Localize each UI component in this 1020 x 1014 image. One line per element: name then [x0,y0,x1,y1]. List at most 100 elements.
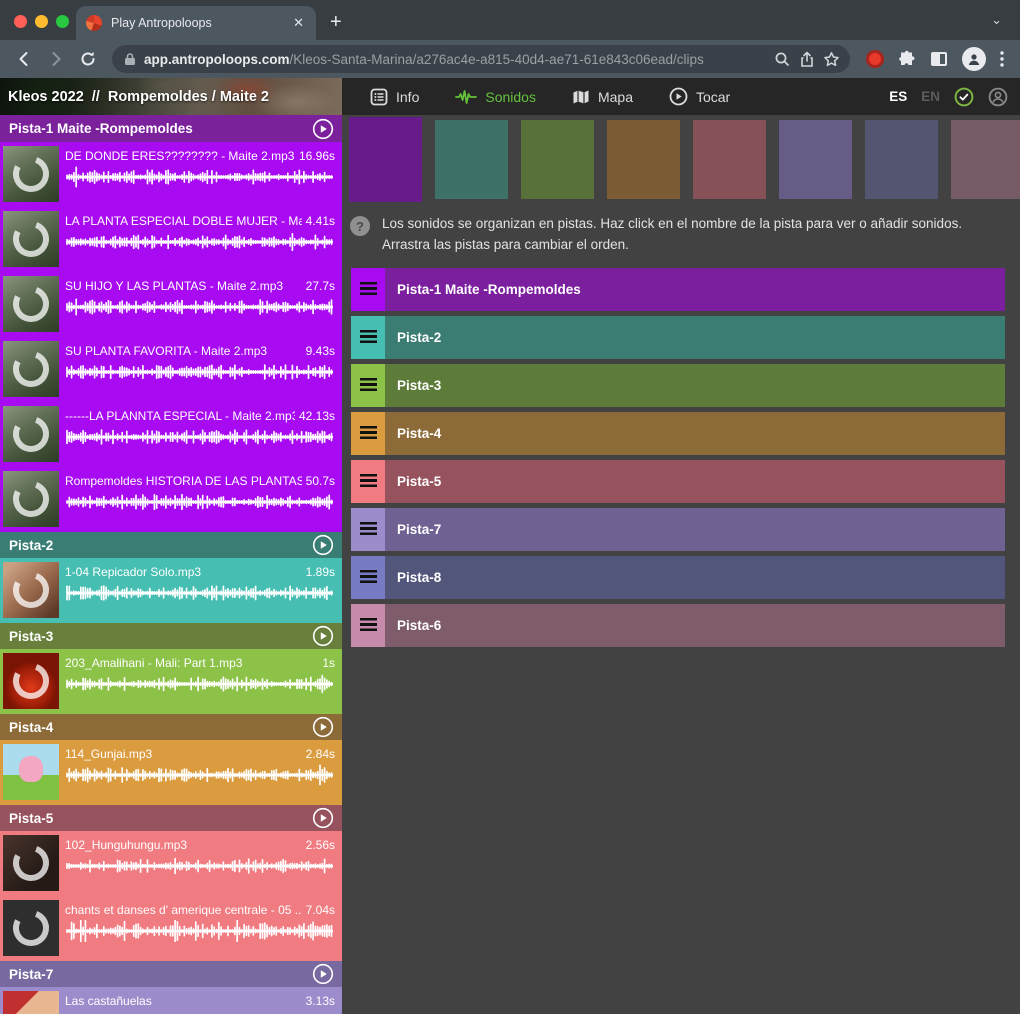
play-track-icon[interactable] [312,716,334,738]
drag-handle[interactable] [351,508,385,551]
track-row-body[interactable]: Pista-6 [385,604,1005,647]
drag-handle[interactable] [351,604,385,647]
track-color-swatch-8[interactable] [951,120,1020,199]
track-row[interactable]: Pista-6 [351,604,1005,647]
sync-check-icon[interactable] [954,87,974,107]
zoom-page-icon[interactable] [774,51,791,68]
track-section-name[interactable]: Pista-4 [9,720,312,735]
recording-indicator-icon[interactable] [866,50,884,68]
track-section-name[interactable]: Pista-2 [9,538,312,553]
browser-tab[interactable]: Play Antropoloops ✕ [76,6,316,40]
track-section-name[interactable]: Pista-1 Maite -Rompemoldes [9,121,312,136]
audio-clip[interactable]: 203_Amalihani - Mali: Part 1.mp31s [0,649,342,714]
audio-clip[interactable]: Las castañuelas3.13s [0,987,342,1014]
side-panel-icon[interactable] [930,51,948,67]
track-color-swatch-7[interactable] [865,120,938,199]
zoom-window-button[interactable] [56,15,69,28]
mac-window-controls[interactable] [14,15,69,28]
track-row-label[interactable]: Pista-7 [397,522,441,537]
extensions-puzzle-icon[interactable] [898,50,916,68]
browser-profile-avatar[interactable] [962,47,986,71]
track-row-body[interactable]: Pista-1 Maite -Rompemoldes [385,268,1005,311]
track-row[interactable]: Pista-7 [351,508,1005,551]
track-section-name[interactable]: Pista-5 [9,811,312,826]
share-icon[interactable] [799,51,815,68]
audio-clip[interactable]: LA PLANTA ESPECIAL DOBLE MUJER - Mai...4… [0,207,342,272]
track-row[interactable]: Pista-3 [351,364,1005,407]
track-row-body[interactable]: Pista-7 [385,508,1005,551]
track-row-label[interactable]: Pista-3 [397,378,441,393]
track-section-header[interactable]: Pista-4 [0,714,342,740]
track-section-header[interactable]: Pista-1 Maite -Rompemoldes [0,115,342,142]
drag-handle[interactable] [351,316,385,359]
drag-handle[interactable] [351,460,385,503]
audio-clip[interactable]: chants et danses d' amerique centrale - … [0,896,342,961]
play-track-icon[interactable] [312,625,334,647]
new-tab-button[interactable]: + [330,11,342,34]
back-button[interactable] [10,45,38,73]
track-color-swatch-1[interactable] [349,117,422,202]
reload-button[interactable] [74,45,102,73]
nav-item-info[interactable]: Info [356,78,433,115]
track-row-label[interactable]: Pista-5 [397,474,441,489]
breadcrumb-project[interactable]: Kleos 2022 [8,89,84,105]
track-color-swatch-6[interactable] [779,120,852,199]
track-color-swatch-4[interactable] [607,120,680,199]
drag-handle[interactable] [351,364,385,407]
audio-clip[interactable]: SU PLANTA FAVORITA - Maite 2.mp39.43s [0,337,342,402]
nav-item-mapa[interactable]: Mapa [558,78,647,115]
track-row-label[interactable]: Pista-8 [397,570,441,585]
play-track-icon[interactable] [312,534,334,556]
audio-clip[interactable]: ------LA PLANNTA ESPECIAL - Maite 2.mp34… [0,402,342,467]
track-section-name[interactable]: Pista-3 [9,629,312,644]
track-section-header[interactable]: Pista-5 [0,805,342,831]
forward-button[interactable] [42,45,70,73]
audio-clip[interactable]: DE DONDE ERES???????? - Maite 2.mp316.96… [0,142,342,207]
drag-handle[interactable] [351,268,385,311]
track-row-label[interactable]: Pista-4 [397,426,441,441]
play-track-icon[interactable] [312,963,334,985]
audio-clip[interactable]: Rompemoldes HISTORIA DE LAS PLANTAS...50… [0,467,342,532]
play-track-icon[interactable] [312,118,334,140]
audio-clip[interactable]: SU HIJO Y LAS PLANTAS - Maite 2.mp327.7s [0,272,342,337]
drag-handle[interactable] [351,556,385,599]
track-row[interactable]: Pista-4 [351,412,1005,455]
tab-close-icon[interactable]: ✕ [291,15,306,31]
track-color-swatch-3[interactable] [521,120,594,199]
account-circle-icon[interactable] [988,87,1008,107]
track-row-body[interactable]: Pista-2 [385,316,1005,359]
track-row-body[interactable]: Pista-3 [385,364,1005,407]
track-row-body[interactable]: Pista-4 [385,412,1005,455]
track-section-header[interactable]: Pista-2 [0,532,342,558]
tab-search-chevron-icon[interactable]: ⌄ [991,12,1002,28]
drag-handle[interactable] [351,412,385,455]
breadcrumb[interactable]: Kleos 2022 // Rompemoldes / Maite 2 [8,78,269,115]
track-color-swatch-5[interactable] [693,120,766,199]
track-row-body[interactable]: Pista-5 [385,460,1005,503]
audio-clip[interactable]: 102_Hunguhungu.mp32.56s [0,831,342,896]
url-text[interactable]: app.antropoloops.com/Kleos-Santa-Marina/… [144,52,766,67]
track-row[interactable]: Pista-5 [351,460,1005,503]
lang-es-button[interactable]: ES [889,89,907,104]
address-bar[interactable]: app.antropoloops.com/Kleos-Santa-Marina/… [112,45,850,73]
track-section-header[interactable]: Pista-7 [0,961,342,987]
track-section-header[interactable]: Pista-3 [0,623,342,649]
bookmark-star-icon[interactable] [823,51,840,68]
kebab-menu-icon[interactable] [1000,51,1004,67]
track-section-name[interactable]: Pista-7 [9,967,312,982]
track-row-label[interactable]: Pista-1 Maite -Rompemoldes [397,282,581,297]
audio-clip[interactable]: 1-04 Repicador Solo.mp31.89s [0,558,342,623]
play-track-icon[interactable] [312,807,334,829]
track-row[interactable]: Pista-8 [351,556,1005,599]
track-row[interactable]: Pista-1 Maite -Rompemoldes [351,268,1005,311]
track-row-body[interactable]: Pista-8 [385,556,1005,599]
track-color-swatch-2[interactable] [435,120,508,199]
track-row[interactable]: Pista-2 [351,316,1005,359]
audio-clip[interactable]: 114_Gunjai.mp32.84s [0,740,342,805]
track-row-label[interactable]: Pista-2 [397,330,441,345]
nav-item-tocar[interactable]: Tocar [655,78,744,115]
nav-item-sonidos[interactable]: Sonidos [441,78,550,115]
lang-en-button[interactable]: EN [921,89,940,104]
track-row-label[interactable]: Pista-6 [397,618,441,633]
minimize-window-button[interactable] [35,15,48,28]
